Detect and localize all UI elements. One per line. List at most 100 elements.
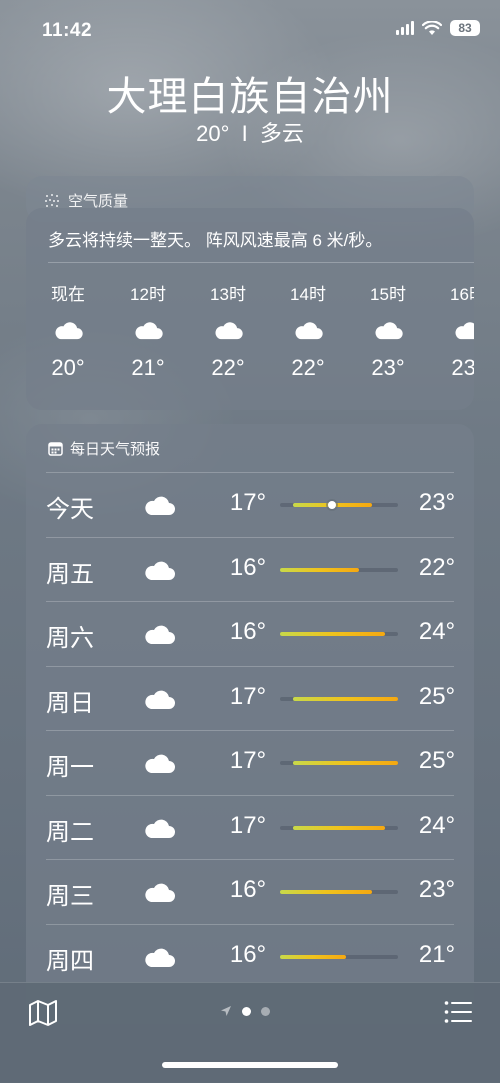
low-temperature: 16°	[229, 940, 267, 968]
high-temperature: 25°	[418, 747, 456, 774]
temperature-range-bar	[280, 632, 398, 636]
hour-temperature: 23°	[451, 355, 474, 380]
daily-row[interactable]: 周二 17° 24°	[26, 794, 474, 859]
high-temperature: 23°	[418, 876, 456, 903]
temperature-range-fill	[293, 696, 398, 701]
daily-forecast-card[interactable]: 每日天气预报 今天 17° 23° 周五 16° 22° 周六 16° 24° 周日 17° 25° 周…	[26, 424, 474, 1024]
cloud-icon	[142, 493, 176, 517]
daily-row[interactable]: 周四 16° 21°	[26, 923, 474, 988]
cloud-icon	[142, 622, 176, 646]
location-arrow-icon	[221, 1006, 231, 1016]
row-divider	[46, 665, 454, 667]
day-name: 周五	[46, 560, 94, 588]
low-temperature: 17°	[229, 682, 267, 710]
separator: I	[241, 121, 248, 146]
hour-temperature: 20°	[51, 355, 85, 380]
temperature-range-bar	[280, 890, 398, 894]
daily-row[interactable]: 周五 16° 22°	[26, 536, 474, 601]
day-name: 周三	[46, 883, 94, 910]
row-divider	[46, 859, 454, 860]
daily-row[interactable]: 周日 17° 25°	[26, 665, 474, 730]
temperature-range-fill	[293, 825, 385, 830]
hourly-forecast-card[interactable]: 多云将持续一整天。 阵风风速最高 6 米/秒。 现在 20° 12时 21° 13时 22…	[26, 208, 474, 410]
daily-row[interactable]: 周六 16° 24°	[26, 601, 474, 665]
status-time: 11:42	[42, 20, 93, 41]
cellular-signal-icon	[396, 21, 414, 35]
page-dot-active	[242, 1006, 251, 1016]
calendar-icon	[48, 442, 63, 456]
low-temperature: 17°	[229, 811, 267, 839]
low-temperature: 17°	[229, 747, 267, 774]
cloud-icon	[132, 319, 164, 341]
low-temperature: 17°	[229, 489, 267, 516]
forecast-summary: 多云将持续一整天。 阵风风速最高 6 米/秒。	[48, 231, 383, 250]
daily-row[interactable]: 周三 16° 23°	[26, 859, 474, 923]
temperature-range-bar	[280, 761, 398, 765]
air-quality-icon	[45, 193, 59, 207]
cloud-icon	[142, 945, 176, 969]
hourly-item: 12时 21°	[116, 280, 180, 381]
home-indicator	[162, 1062, 338, 1068]
row-divider	[46, 730, 454, 731]
temperature-range-fill	[280, 890, 372, 894]
hour-label: 15时	[370, 285, 406, 304]
current-temperature-dot	[328, 501, 337, 509]
high-temperature: 21°	[418, 940, 456, 968]
temperature-range-fill	[280, 567, 359, 572]
hourly-item: 13时 22°	[196, 280, 260, 381]
day-name: 周日	[46, 689, 94, 717]
temperature-range-fill	[293, 761, 398, 765]
day-name: 今天	[46, 496, 94, 523]
temperature-range-bar	[280, 825, 398, 830]
hour-temperature: 23°	[371, 355, 405, 380]
row-divider	[46, 536, 454, 538]
high-temperature: 23°	[418, 489, 456, 516]
list-icon[interactable]	[444, 999, 472, 1025]
daily-forecast-title: 每日天气预报	[70, 441, 161, 458]
cloud-icon	[372, 319, 404, 341]
hour-label: 现在	[51, 285, 85, 304]
hour-label: 12时	[130, 285, 166, 304]
current-temperature: 20°	[196, 121, 230, 146]
row-divider	[46, 794, 454, 796]
low-temperature: 16°	[229, 876, 267, 903]
daily-row[interactable]: 周一 17° 25°	[26, 730, 474, 794]
hourly-item: 15时 23°	[356, 280, 420, 381]
temperature-range-bar	[280, 501, 398, 509]
temperature-range-bar	[280, 696, 398, 701]
page-indicator[interactable]	[220, 1005, 270, 1017]
daily-row[interactable]: 今天 17° 23°	[26, 472, 474, 536]
map-icon[interactable]	[28, 999, 58, 1027]
cloud-icon	[142, 558, 176, 582]
low-temperature: 16°	[229, 553, 267, 581]
wifi-icon	[422, 20, 442, 35]
high-temperature: 24°	[418, 811, 456, 839]
high-temperature: 24°	[418, 618, 456, 645]
temperature-range-bar	[280, 954, 398, 959]
battery-indicator: 83	[450, 20, 480, 36]
cloud-icon	[452, 319, 474, 341]
cloud-icon	[142, 751, 176, 775]
page-dot	[261, 1006, 270, 1016]
high-temperature: 25°	[418, 682, 456, 710]
day-name: 周一	[46, 754, 94, 781]
cloud-icon	[142, 880, 176, 904]
hour-label: 14时	[290, 285, 326, 304]
current-condition: 多云	[259, 121, 304, 146]
cloud-icon	[52, 319, 84, 341]
cloud-icon	[212, 319, 244, 341]
hourly-item: 16时 23°	[436, 280, 474, 381]
cloud-icon	[142, 687, 176, 711]
hourly-item: 14时 22°	[276, 280, 340, 381]
row-divider	[46, 601, 454, 602]
temperature-range-fill	[280, 954, 346, 959]
day-name: 周四	[46, 947, 94, 975]
temperature-range-bar	[280, 567, 398, 572]
low-temperature: 16°	[229, 618, 267, 645]
row-divider	[46, 923, 454, 925]
high-temperature: 22°	[418, 553, 456, 581]
hour-temperature: 22°	[211, 355, 245, 380]
cloud-icon	[142, 816, 176, 840]
hour-temperature: 22°	[291, 355, 325, 380]
hour-temperature: 21°	[131, 355, 165, 380]
